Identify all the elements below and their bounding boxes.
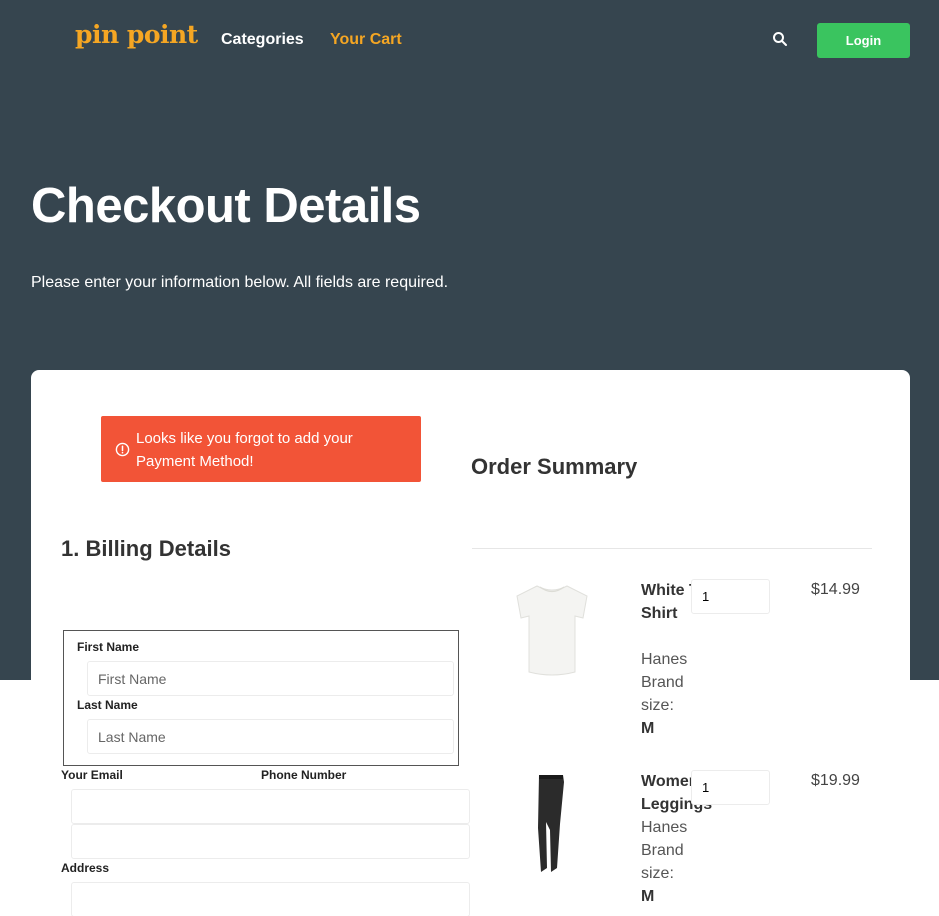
nav-cart-link[interactable]: Your Cart [330,31,402,49]
first-name-label: First Name [77,640,140,654]
product-size-label: size: [641,697,674,714]
order-summary-divider [472,548,872,549]
email-input[interactable] [71,789,470,824]
product-price: $19.99 [811,772,860,789]
product-size-label: size: [641,865,674,882]
product-brand: Hanes Brand [641,819,688,859]
alert-message: Looks like you forgot to add your Paymen… [136,430,353,470]
address-label: Address [61,861,110,875]
quantity-input[interactable] [691,579,770,614]
white-tshirt-image[interactable] [507,580,597,680]
product-price: $14.99 [811,581,860,598]
product-brand: Hanes Brand [641,651,688,691]
order-summary-title: Order Summary [471,454,638,479]
product-size: M [641,888,655,905]
first-name-input[interactable] [87,661,454,696]
quantity-input[interactable] [691,770,770,805]
page-subtitle: Please enter your information below. All… [31,274,449,291]
product-size: M [641,720,655,737]
search-icon[interactable] [772,31,788,47]
last-name-label: Last Name [77,698,138,712]
billing-details-title: 1. Billing Details [61,536,231,561]
phone-label: Phone Number [261,768,347,782]
alert-circle-icon [115,442,130,457]
last-name-input[interactable] [87,719,454,754]
page-title: Checkout Details [31,179,421,233]
phone-input[interactable] [71,824,470,859]
login-button[interactable]: Login [817,23,910,58]
site-logo[interactable]: pin point [75,20,198,49]
payment-alert: Looks like you forgot to add your Paymen… [101,416,421,482]
women-leggings-image[interactable] [527,772,577,876]
nav-categories-link[interactable]: Categories [221,31,304,49]
address-input[interactable] [71,882,470,916]
email-label: Your Email [61,768,123,782]
